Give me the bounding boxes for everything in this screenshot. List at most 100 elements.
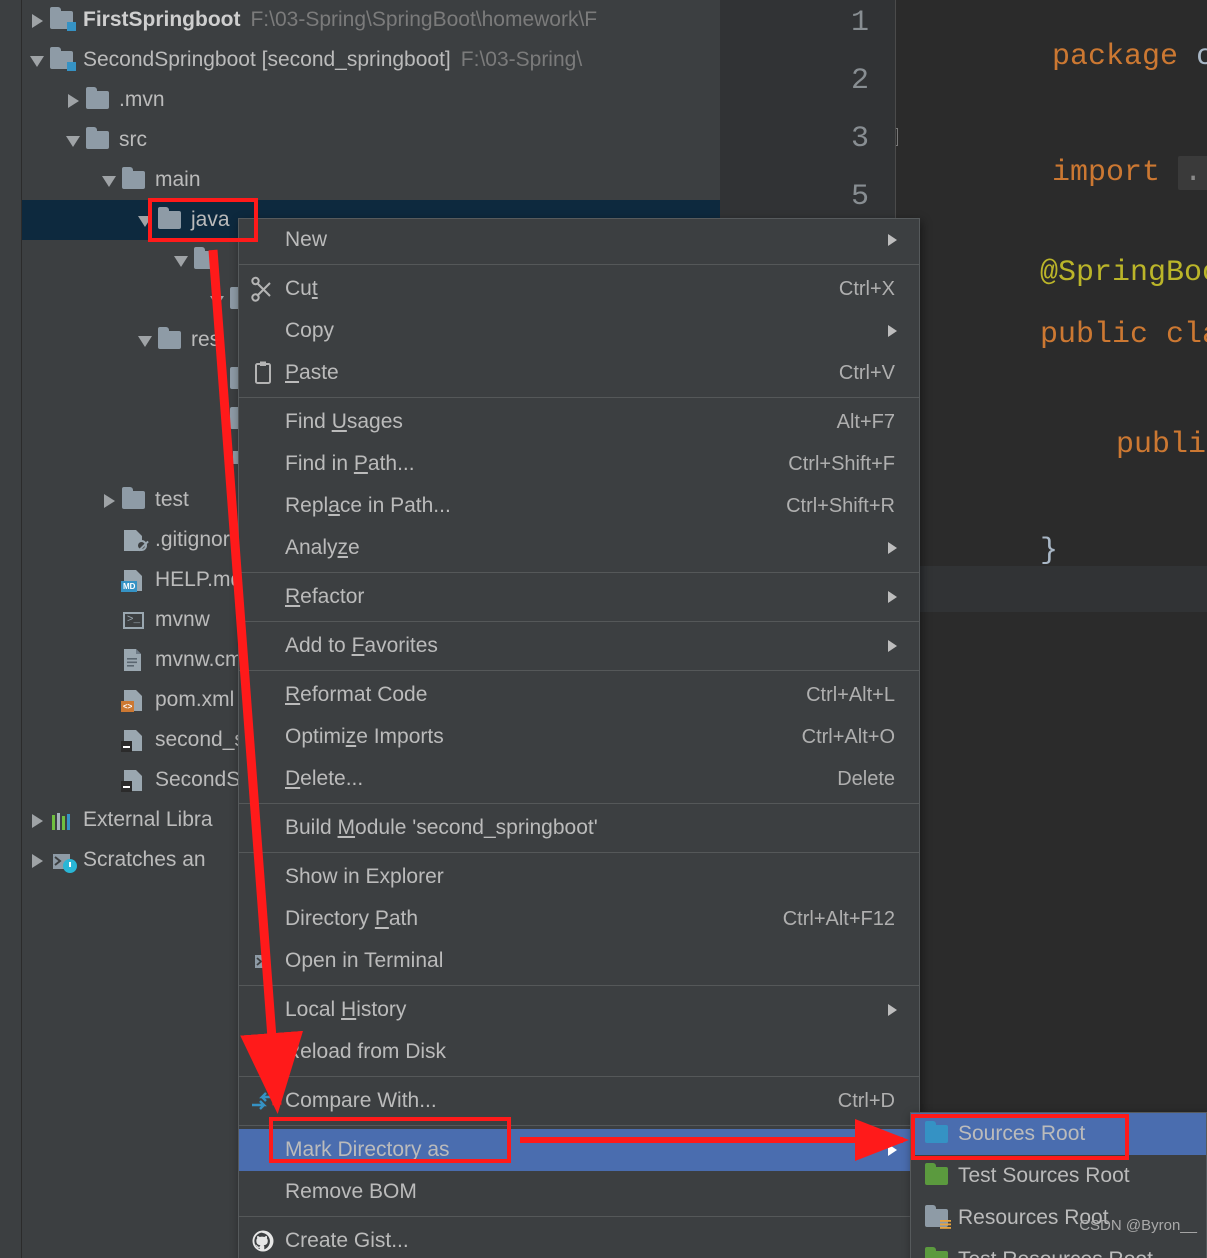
iml-file-icon (120, 768, 148, 792)
no-arrow-icon (98, 729, 120, 751)
menu-separator (239, 985, 919, 986)
tree-node-label: res (191, 328, 221, 351)
tool-window-strip: Project Structure Favorites Bookmarks (0, 0, 22, 1258)
menu-item-directory-path[interactable]: Directory Path Ctrl+Alt+F12 (239, 898, 919, 940)
expand-arrow-icon[interactable] (26, 9, 48, 31)
menu-item-show-in-explorer[interactable]: Show in Explorer (239, 856, 919, 898)
markdown-file-icon: MD (120, 568, 148, 592)
mark-directory-as-submenu[interactable]: Sources Root Test Sources Root Resources… (910, 1112, 1207, 1258)
terminal-icon (249, 948, 277, 974)
menu-item-reload-from-disk[interactable]: Reload from Disk (239, 1031, 919, 1073)
code-token-package-name: cn.syc (1196, 40, 1207, 74)
expand-arrow-icon[interactable] (62, 89, 84, 111)
menu-item-find-in-path[interactable]: Find in Path... Ctrl+Shift+F (239, 443, 919, 485)
chevron-right-icon (888, 640, 897, 652)
menu-item-reformat-code[interactable]: Reformat Code Ctrl+Alt+L (239, 674, 919, 716)
menu-item-cut[interactable]: Cut Ctrl+X (239, 268, 919, 310)
menu-separator (239, 397, 919, 398)
no-arrow-icon (206, 449, 228, 471)
menu-separator (239, 1125, 919, 1126)
menu-item-new[interactable]: New (239, 219, 919, 261)
tree-node-label: java (191, 208, 230, 231)
folder-icon (84, 127, 112, 152)
menu-item-label: Local History (285, 998, 407, 1021)
folder-icon (84, 87, 112, 112)
submenu-item-test-sources-root[interactable]: Test Sources Root (911, 1155, 1206, 1197)
tree-node-label: External Libra (83, 808, 213, 831)
menu-item-create-gist[interactable]: Create Gist... (239, 1220, 919, 1258)
menu-item-add-to-favorites[interactable]: Add to Favorites (239, 625, 919, 667)
line-number: 3 (850, 122, 869, 156)
menu-item-find-usages[interactable]: Find Usages Alt+F7 (239, 401, 919, 443)
menu-item-copy[interactable]: Copy (239, 310, 919, 352)
folder-icon (120, 487, 148, 512)
menu-item-refactor[interactable]: Refactor (239, 576, 919, 618)
github-icon (249, 1228, 277, 1254)
menu-item-label: Paste (285, 361, 339, 384)
line-number: 1 (850, 6, 869, 40)
collapse-arrow-icon[interactable] (170, 249, 192, 271)
chevron-right-icon (888, 591, 897, 603)
tree-node-firstspringboot[interactable]: FirstSpringboot F:\03-Spring\SpringBoot\… (22, 0, 720, 40)
context-menu[interactable]: New Cut Ctrl+X Copy Paste Ctrl+V Find Us… (238, 218, 920, 1258)
reload-icon (249, 1039, 277, 1065)
menu-item-build-module[interactable]: Build Module 'second_springboot' (239, 807, 919, 849)
menu-item-local-history[interactable]: Local History (239, 989, 919, 1031)
tree-node-secondspringboot[interactable]: SecondSpringboot [second_springboot] F:\… (22, 40, 720, 80)
menu-separator (239, 803, 919, 804)
menu-item-label: Analyze (285, 536, 360, 559)
menu-item-open-in-terminal[interactable]: Open in Terminal (239, 940, 919, 982)
collapse-arrow-icon[interactable] (62, 129, 84, 151)
expand-arrow-icon[interactable] (26, 809, 48, 831)
fold-toggle-icon[interactable]: + (896, 128, 898, 146)
folder-icon (156, 327, 184, 352)
chevron-right-icon (888, 542, 897, 554)
folder-icon (192, 247, 220, 272)
no-arrow-icon (98, 689, 120, 711)
resources-folder-icon (923, 1205, 951, 1230)
menu-item-analyze[interactable]: Analyze (239, 527, 919, 569)
collapse-arrow-icon[interactable] (98, 169, 120, 191)
submenu-item-label: Sources Root (958, 1122, 1086, 1145)
menu-separator (239, 1216, 919, 1217)
submenu-item-sources-root[interactable]: Sources Root (911, 1113, 1206, 1155)
menu-item-compare-with[interactable]: Compare With... Ctrl+D (239, 1080, 919, 1122)
code-token-package-keyword: package (1052, 40, 1197, 74)
menu-item-label: Compare With... (285, 1089, 437, 1112)
menu-item-delete[interactable]: Delete... Delete (239, 758, 919, 800)
test-resources-folder-icon (923, 1247, 951, 1258)
menu-item-replace-in-path[interactable]: Replace in Path... Ctrl+Shift+R (239, 485, 919, 527)
menu-item-label: Directory Path (285, 907, 419, 930)
menu-item-remove-bom[interactable]: Remove BOM (239, 1171, 919, 1213)
menu-item-shortcut: Ctrl+Alt+O (801, 725, 895, 748)
submenu-item-label: Test Sources Root (958, 1164, 1130, 1187)
folder-icon (156, 207, 184, 232)
submenu-item-test-resources-root[interactable]: Test Resources Root (911, 1239, 1206, 1258)
menu-item-label: New (285, 228, 328, 251)
tree-node-mvn[interactable]: .mvn (22, 80, 720, 120)
menu-separator (239, 1076, 919, 1077)
editor-text-area[interactable]: package cn.syc +import ... @SpringBootAp… (896, 0, 1207, 566)
tree-node-label: Scratches an (83, 848, 206, 871)
no-arrow-icon (206, 409, 228, 431)
chevron-right-icon (888, 234, 897, 246)
menu-item-mark-directory-as[interactable]: Mark Directory as (239, 1129, 919, 1171)
menu-item-label: Refactor (285, 585, 365, 608)
tree-node-main[interactable]: main (22, 160, 720, 200)
tree-node-src[interactable]: src (22, 120, 720, 160)
menu-item-optimize-imports[interactable]: Optimize Imports Ctrl+Alt+O (239, 716, 919, 758)
expand-arrow-icon[interactable] (98, 489, 120, 511)
menu-item-paste[interactable]: Paste Ctrl+V (239, 352, 919, 394)
collapse-arrow-icon[interactable] (134, 329, 156, 351)
menu-item-label: Copy (285, 319, 335, 342)
menu-separator (239, 621, 919, 622)
collapse-arrow-icon[interactable] (134, 209, 156, 231)
tree-node-label: src (119, 128, 147, 151)
no-arrow-icon (98, 769, 120, 791)
library-icon (48, 808, 76, 832)
collapse-arrow-icon[interactable] (26, 49, 48, 71)
collapse-arrow-icon[interactable] (206, 289, 228, 311)
tree-node-label: pom.xml (155, 688, 235, 711)
expand-arrow-icon[interactable] (26, 849, 48, 871)
folded-imports-placeholder[interactable]: ... (1178, 156, 1207, 190)
